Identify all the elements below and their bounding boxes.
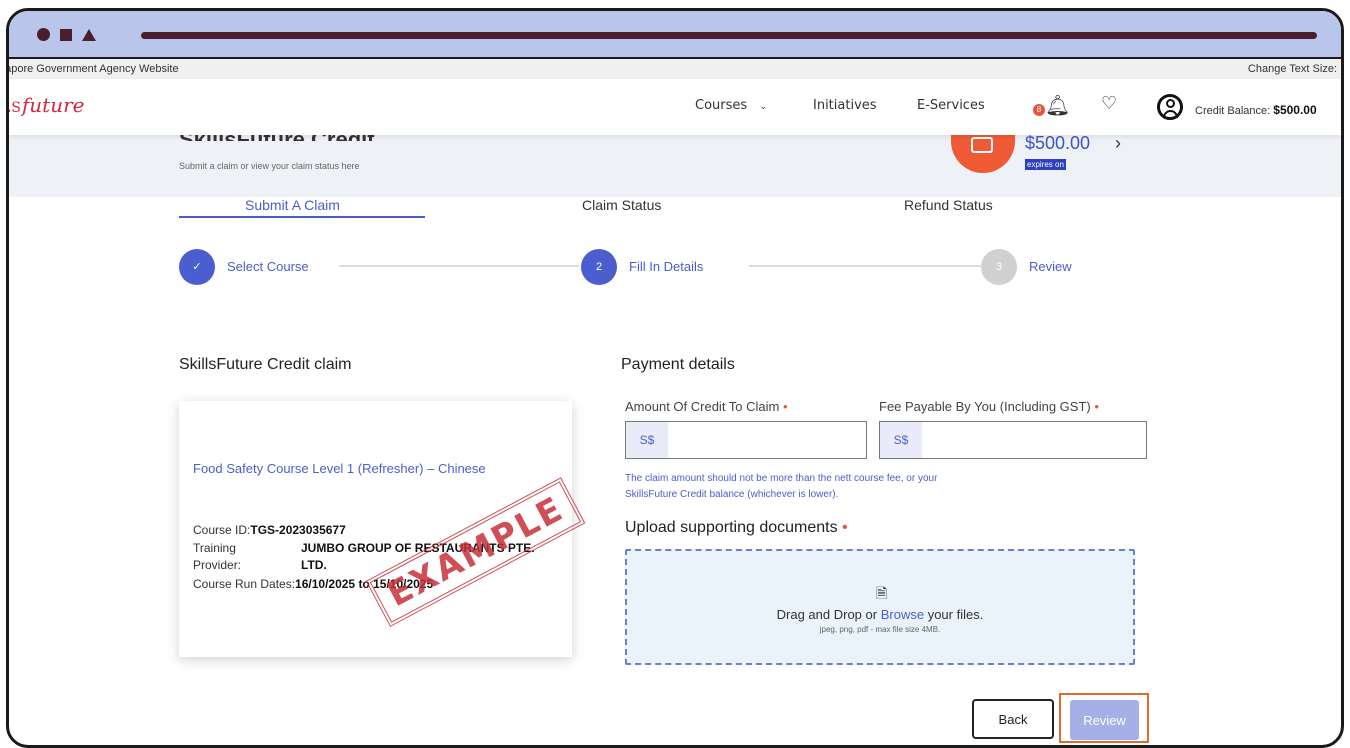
dropzone-text: Drag and Drop or Browse your files.: [627, 607, 1133, 622]
claim-amount-hint: The claim amount should not be more than…: [625, 471, 1065, 503]
circle-control-icon[interactable]: [37, 28, 50, 41]
logo-prefix: LS: [9, 100, 22, 116]
active-tab-indicator: [179, 216, 425, 218]
nav-courses-label: Courses: [695, 98, 748, 113]
stepper-connector: [749, 265, 981, 267]
expires-label: expires on: [1025, 159, 1066, 170]
nav-initiatives[interactable]: Initiatives: [813, 98, 877, 113]
hint-line-1: The claim amount should not be more than…: [625, 473, 938, 484]
browser-frame: gapore Government Agency Website Change …: [6, 8, 1344, 748]
provider-label-2: Provider:: [193, 558, 242, 572]
required-marker: •: [842, 519, 848, 536]
window-controls: [37, 28, 96, 41]
change-text-size-link[interactable]: Change Text Size:: [1248, 63, 1337, 75]
amount-field-label: Amount Of Credit To Claim •: [625, 399, 788, 414]
browse-link[interactable]: Browse: [881, 607, 924, 622]
square-control-icon[interactable]: [60, 28, 72, 41]
course-id-label: Course ID:: [193, 523, 251, 537]
back-button[interactable]: Back: [972, 699, 1054, 739]
chevron-down-icon: ⌄: [759, 101, 768, 112]
credit-hero-banner: SkillsFuture Credit Submit a claim or vi…: [9, 127, 1341, 197]
required-marker: •: [1094, 399, 1099, 414]
fee-payable-input[interactable]: S$: [879, 421, 1147, 459]
hint-line-2: SkillsFuture Credit balance (whichever i…: [625, 489, 839, 500]
run-dates-label: Course Run Dates:: [193, 577, 296, 591]
course-card: Food Safety Course Level 1 (Refresher) –…: [179, 401, 586, 657]
nav-courses[interactable]: Courses ⌄: [695, 98, 768, 113]
credit-balance-label: Credit Balance:: [1195, 105, 1271, 117]
bell-icon[interactable]: 🔔︎: [1045, 93, 1070, 118]
notification-badge: 8: [1033, 104, 1045, 116]
file-dropzone[interactable]: 🗎 Drag and Drop or Browse your files. jp…: [625, 549, 1135, 665]
tab-claim-status[interactable]: Claim Status: [582, 197, 661, 213]
amount-credit-input[interactable]: S$: [625, 421, 867, 459]
files-text: your files.: [927, 607, 984, 622]
step-2-marker: 2: [581, 249, 617, 285]
skillsfuture-logo[interactable]: LSfuture: [9, 93, 85, 117]
gov-masthead-text: gapore Government Agency Website: [6, 63, 179, 75]
drag-drop-text: Drag and Drop or: [776, 607, 878, 622]
course-id: Course ID:TGS-2023035677: [193, 523, 346, 537]
currency-prefix: S$: [626, 422, 668, 458]
page-subtitle: Submit a claim or view your claim status…: [179, 161, 360, 171]
upload-heading: Upload supporting documents •: [625, 519, 848, 537]
step-1-check-icon: ✓: [179, 249, 215, 285]
logo-script: future: [21, 93, 85, 117]
browser-titlebar: [9, 11, 1341, 59]
file-format-hint: jpeg, png, pdf - max file size 4MB.: [819, 625, 941, 634]
course-id-value: TGS-2023035677: [250, 523, 346, 537]
triangle-control-icon[interactable]: [82, 28, 96, 41]
course-title[interactable]: Food Safety Course Level 1 (Refresher) –…: [193, 461, 486, 476]
claim-heading: SkillsFuture Credit claim: [179, 356, 352, 373]
provider-name-2-value: LTD.: [301, 558, 327, 572]
provider-label-1: Training: [193, 541, 236, 555]
currency-prefix: S$: [880, 422, 922, 458]
review-button[interactable]: Review: [1070, 700, 1139, 740]
user-avatar-icon[interactable]: [1157, 94, 1183, 120]
chevron-right-icon[interactable]: ›: [1115, 133, 1121, 154]
credit-balance-value: $500.00: [1273, 103, 1317, 117]
fee-field-label: Fee Payable By You (Including GST) •: [879, 399, 1099, 414]
payment-heading: Payment details: [621, 356, 735, 373]
address-bar[interactable]: [141, 32, 1317, 39]
step-3-marker: 3: [981, 249, 1017, 285]
step-3-label: Review: [1029, 259, 1072, 274]
step-1-label: Select Course: [227, 259, 309, 274]
nav-eservices[interactable]: E-Services: [917, 98, 985, 113]
step-2-label: Fill In Details: [629, 259, 704, 274]
gov-masthead: gapore Government Agency Website Change …: [9, 59, 1341, 79]
credit-balance: Credit Balance: $500.00: [1195, 103, 1317, 117]
upload-heading-text: Upload supporting documents: [625, 519, 838, 536]
file-add-icon: 🗎: [876, 585, 888, 601]
heart-icon[interactable]: ♡: [1101, 93, 1117, 114]
provider-name-2: LTD.: [301, 558, 327, 572]
fee-label-text: Fee Payable By You (Including GST): [879, 399, 1091, 414]
required-marker: •: [783, 399, 788, 414]
stepper-connector: [339, 265, 579, 267]
review-button-highlight: Review: [1059, 693, 1149, 743]
credit-amount[interactable]: $500.00: [1025, 133, 1090, 154]
top-navigation: LSfuture Courses ⌄ Initiatives E-Services…: [9, 79, 1341, 135]
amount-label-text: Amount Of Credit To Claim: [625, 399, 780, 414]
wallet-icon: [971, 137, 993, 153]
tab-submit-claim[interactable]: Submit A Claim: [245, 197, 340, 213]
tab-refund-status[interactable]: Refund Status: [904, 197, 993, 213]
